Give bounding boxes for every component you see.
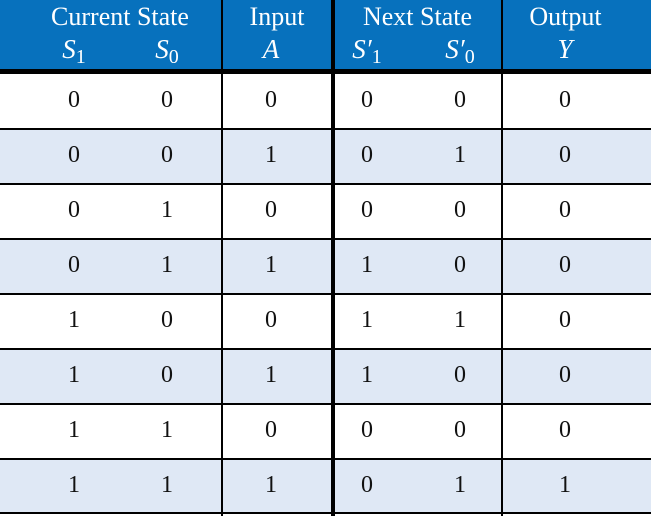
- table-cell: 1: [68, 362, 80, 388]
- header-symbol: S1: [62, 34, 86, 68]
- table-cell: 1: [454, 307, 466, 333]
- row-divider: [0, 238, 651, 240]
- table-cell: 0: [454, 197, 466, 223]
- table-cell: 0: [161, 362, 173, 388]
- table-cell: 0: [454, 417, 466, 443]
- table-cell: 0: [559, 252, 571, 278]
- column-divider: [221, 0, 223, 516]
- table-cell: 0: [265, 87, 277, 113]
- table-cell: 1: [161, 417, 173, 443]
- table-cell: 0: [361, 472, 373, 498]
- row-divider: [0, 403, 651, 405]
- table-cell: 0: [265, 197, 277, 223]
- header-symbol: S′0: [445, 34, 475, 68]
- table-cell: 1: [361, 362, 373, 388]
- table-cell: 1: [68, 307, 80, 333]
- table-cell: 0: [559, 142, 571, 168]
- header-divider: [0, 69, 651, 74]
- table-cell: 1: [361, 252, 373, 278]
- table-cell: 1: [559, 472, 571, 498]
- row-divider: [0, 458, 651, 460]
- header-symbol: S′1: [352, 34, 382, 68]
- header-next-state: Next State: [362, 2, 473, 31]
- table-cell: 0: [559, 197, 571, 223]
- table-cell: 1: [361, 307, 373, 333]
- table-cell: 1: [265, 472, 277, 498]
- table-cell: 1: [68, 417, 80, 443]
- table-cell: 0: [68, 252, 80, 278]
- table-cell: 1: [265, 362, 277, 388]
- table-cell: 0: [161, 87, 173, 113]
- table-cell: 0: [68, 197, 80, 223]
- table-cell: 1: [161, 252, 173, 278]
- table-cell: 0: [454, 87, 466, 113]
- header-output: Output: [529, 2, 602, 31]
- header-symbol: A: [262, 34, 280, 64]
- table-cell: 0: [559, 307, 571, 333]
- header-symbol: Y: [557, 34, 573, 64]
- table-cell: 1: [265, 252, 277, 278]
- bottom-border: [0, 512, 651, 514]
- table-cell: 0: [361, 142, 373, 168]
- row-divider: [0, 183, 651, 185]
- table-cell: 0: [161, 307, 173, 333]
- table-cell: 1: [161, 472, 173, 498]
- table-cell: 0: [361, 197, 373, 223]
- row-divider: [0, 293, 651, 295]
- header-input: Input: [249, 2, 305, 31]
- header-symbol: S0: [155, 34, 179, 68]
- row-divider: [0, 348, 651, 350]
- table-cell: 0: [161, 142, 173, 168]
- table-cell: 0: [68, 87, 80, 113]
- column-divider: [331, 0, 335, 516]
- table-cell: 0: [68, 142, 80, 168]
- table-cell: 0: [559, 417, 571, 443]
- table-cell: 1: [454, 472, 466, 498]
- table-cell: 0: [454, 362, 466, 388]
- table-cell: 1: [68, 472, 80, 498]
- table-cell: 0: [454, 252, 466, 278]
- table-cell: 0: [361, 87, 373, 113]
- table-cell: 1: [454, 142, 466, 168]
- table-cell: 0: [559, 362, 571, 388]
- table-cell: 0: [361, 417, 373, 443]
- row-divider: [0, 128, 651, 130]
- table-cell: 1: [265, 142, 277, 168]
- table-cell: 0: [265, 307, 277, 333]
- table-cell: 0: [265, 417, 277, 443]
- table-cell: 0: [559, 87, 571, 113]
- header-current-state: Current State: [51, 2, 189, 31]
- table-cell: 1: [161, 197, 173, 223]
- column-divider: [501, 0, 503, 516]
